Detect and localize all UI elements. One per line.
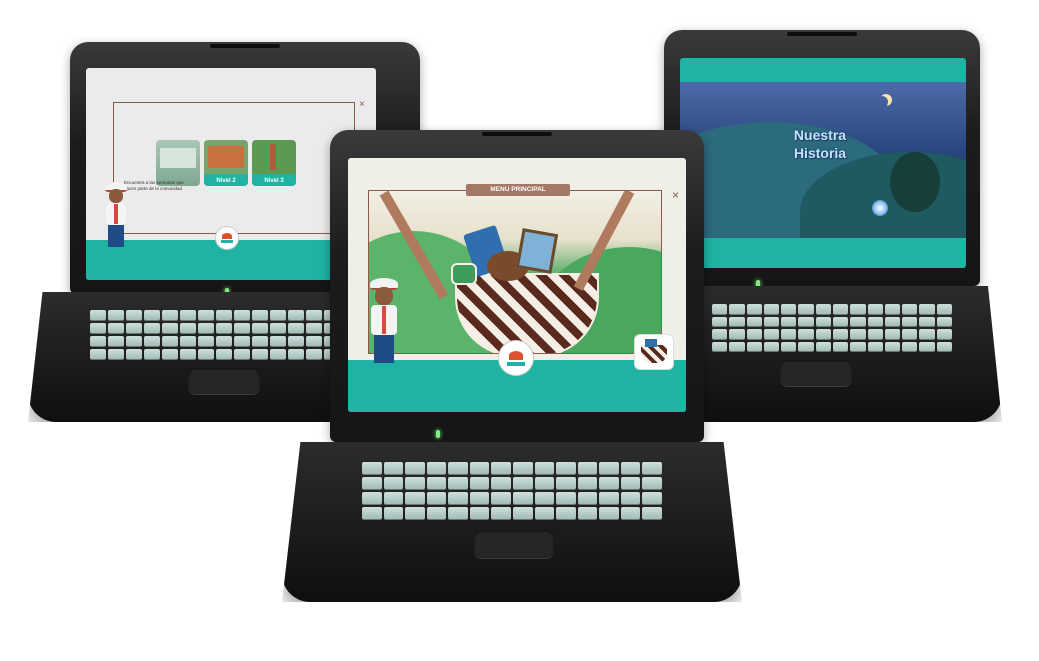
close-icon[interactable]: × bbox=[672, 189, 679, 201]
story-title-line2: Historia bbox=[793, 145, 847, 161]
trackpad[interactable] bbox=[474, 530, 554, 558]
story-title-line1: Nuestra bbox=[793, 127, 847, 143]
trackpad[interactable] bbox=[188, 368, 260, 394]
logo-icon bbox=[215, 226, 239, 250]
camera-bar bbox=[787, 32, 857, 36]
close-icon[interactable]: × bbox=[359, 100, 365, 110]
character-icon bbox=[364, 278, 404, 368]
laptop-center-base bbox=[282, 442, 742, 602]
keyboard bbox=[362, 462, 662, 520]
center-screen: MENU PRINCIPAL × bbox=[348, 158, 686, 412]
power-led bbox=[436, 430, 440, 438]
level-card-2-label: Nivel 2 bbox=[216, 178, 236, 184]
keyboard bbox=[712, 304, 952, 352]
tree-silhouette bbox=[890, 152, 940, 212]
tree-image bbox=[270, 144, 276, 170]
logo-icon[interactable] bbox=[498, 340, 534, 376]
menu-title: MENU PRINCIPAL bbox=[490, 186, 546, 193]
laptop-center: MENU PRINCIPAL × bbox=[282, 130, 742, 610]
level-card-1-thumbnail bbox=[160, 148, 196, 168]
glowing-orb bbox=[872, 200, 888, 216]
character-icon bbox=[100, 182, 132, 252]
thumbnail-icon[interactable] bbox=[634, 334, 674, 370]
camera-bar bbox=[482, 132, 552, 136]
picture-frame-icon[interactable] bbox=[515, 228, 559, 274]
moon-icon bbox=[876, 96, 888, 108]
trackpad[interactable] bbox=[780, 360, 852, 386]
illustration-frame bbox=[368, 190, 662, 354]
laptop-center-lid: MENU PRINCIPAL × bbox=[330, 130, 704, 442]
story-title: Nuestra Historia bbox=[760, 126, 880, 162]
house-image bbox=[208, 146, 244, 168]
instruction-text: Encuentra a las personas que hacen parte… bbox=[124, 180, 184, 191]
menu-tab: MENU PRINCIPAL bbox=[466, 184, 570, 196]
camera-bar bbox=[210, 44, 280, 48]
level-card-2[interactable]: Nivel 2 bbox=[204, 140, 248, 186]
green-jar-icon[interactable] bbox=[451, 263, 477, 285]
